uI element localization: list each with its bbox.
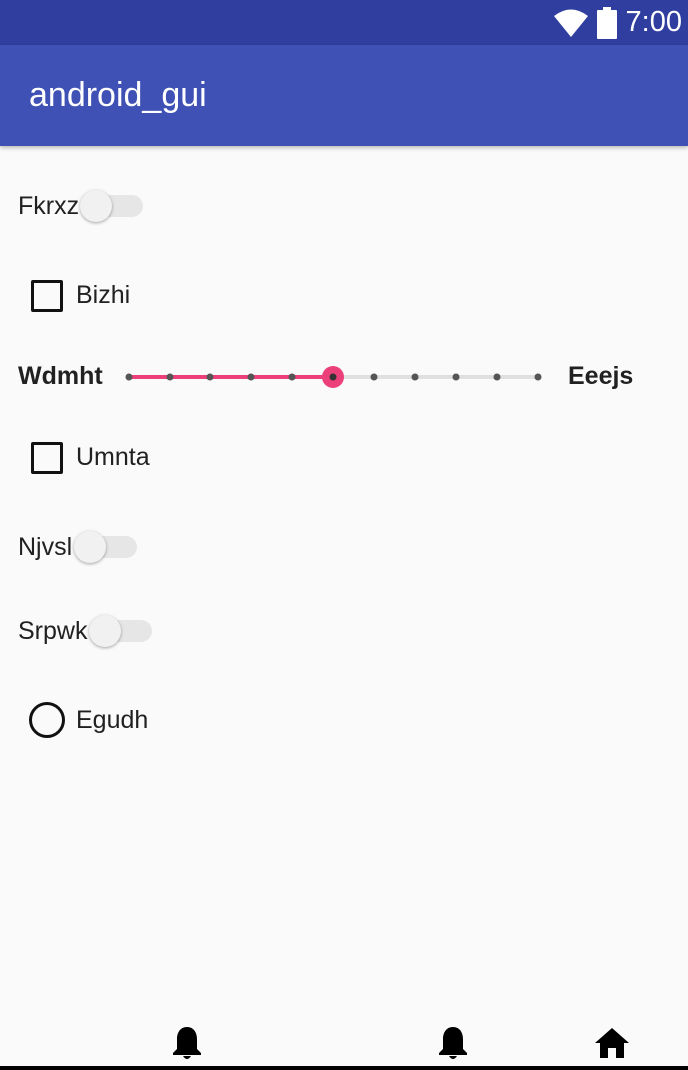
seekbar-tick <box>370 373 378 381</box>
seekbar-tick <box>452 373 460 381</box>
status-bar: 7:00 <box>0 0 688 45</box>
app-title: android_gui <box>29 76 207 114</box>
nav-divider <box>0 1066 688 1070</box>
checkbox-bizhi-box[interactable] <box>31 280 63 312</box>
home-icon[interactable] <box>594 1027 630 1059</box>
switch-fkrxz-label: Fkrxz <box>18 192 80 220</box>
seekbar-tick <box>206 373 214 381</box>
discrete-seekbar[interactable] <box>118 357 548 397</box>
switch-njvsl-thumb[interactable] <box>74 531 106 563</box>
bell-icon[interactable] <box>171 1025 203 1061</box>
seekbar-tick <box>166 373 174 381</box>
switch-njvsl-label: Njvsl <box>18 533 73 561</box>
seekbar-tick <box>247 373 255 381</box>
checkbox-bizhi-label: Bizhi <box>76 281 131 309</box>
seekbar-tick <box>493 373 501 381</box>
checkbox-umnta-label: Umnta <box>76 443 150 471</box>
radio-egudh-label: Egudh <box>76 706 149 734</box>
wifi-icon <box>553 9 588 37</box>
seekbar-tick <box>411 373 419 381</box>
bell-icon[interactable] <box>437 1025 469 1061</box>
switch-srpwk-thumb[interactable] <box>89 615 121 647</box>
battery-icon <box>596 6 617 39</box>
seekbar-tick <box>288 373 296 381</box>
seekbar-tick <box>329 373 337 381</box>
seekbar-tick <box>125 373 133 381</box>
status-time: 7:00 <box>625 6 682 38</box>
app-bar: android_gui <box>0 45 688 146</box>
switch-fkrxz-thumb[interactable] <box>80 190 112 222</box>
switch-srpwk-label: Srpwk <box>18 617 88 645</box>
radio-egudh-circle[interactable] <box>29 702 65 738</box>
status-icons: 7:00 <box>553 0 682 45</box>
seekbar-end-label: Eeejs <box>568 362 634 390</box>
bottom-nav <box>0 1010 688 1070</box>
seekbar-tick <box>534 373 542 381</box>
seekbar-start-label: Wdmht <box>18 362 103 390</box>
checkbox-umnta-box[interactable] <box>31 442 63 474</box>
